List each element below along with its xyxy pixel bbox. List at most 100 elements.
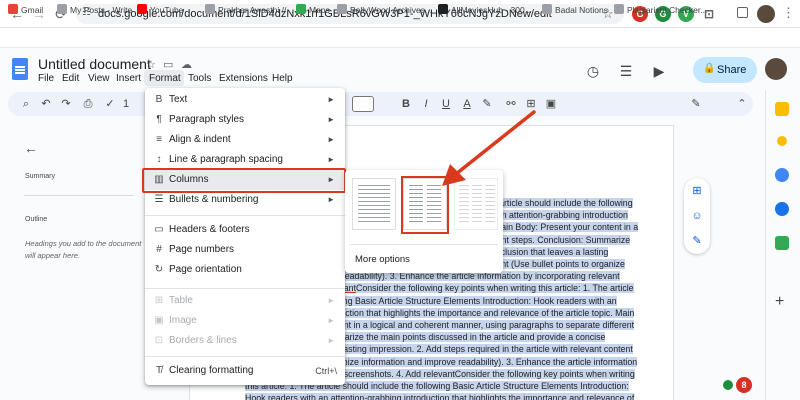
more-options-item[interactable]: More options [355, 254, 410, 265]
menu-view[interactable]: View [88, 73, 110, 84]
keep-icon[interactable] [775, 102, 789, 116]
bookmark-item[interactable]: BollyWood Archives... [337, 3, 432, 17]
bookmark-item[interactable]: YouTube [137, 3, 183, 17]
bookmark-item[interactable]: Prakhar Awasthi //... [205, 3, 293, 17]
comments-icon[interactable]: ☰ [615, 62, 637, 80]
menu-item-shortcut: Ctrl+\ [315, 366, 337, 376]
menu-item-label: Headers & footers [169, 224, 250, 235]
submenu-arrow-icon: ► [327, 95, 335, 104]
format-menu-item-headers-footers[interactable]: ▭ Headers & footers [145, 220, 345, 240]
outline-back-icon[interactable]: ← [24, 140, 38, 156]
menu-item-label: Bullets & numbering [169, 194, 259, 205]
menu-help[interactable]: Help [272, 73, 293, 84]
menu-file[interactable]: File [38, 73, 54, 84]
menu-item-icon: ☰ [154, 194, 164, 205]
outline-empty-note: Headings you add to the document will ap… [25, 239, 142, 260]
add-comment-float-icon[interactable]: ⊞ [690, 184, 704, 198]
menu-item-label: Page numbers [169, 244, 235, 255]
cloud-saved-icon[interactable]: ☁ [181, 58, 192, 71]
menu-item-icon: # [156, 244, 162, 255]
menu-item-label: Text [169, 94, 188, 105]
bookmark-favicon-icon [614, 4, 624, 14]
meet-video-icon[interactable]: ▶ [648, 62, 670, 80]
format-menu-item-align-indent[interactable]: ≡ Align & indent ► [145, 130, 345, 150]
submenu-arrow-icon: ► [327, 296, 335, 305]
bookmark-item[interactable]: My Posts - Write [57, 3, 132, 17]
bold-icon[interactable]: B [398, 96, 414, 112]
calendar-icon[interactable] [775, 168, 789, 182]
format-menu-item-line-paragraph-spacing[interactable]: ↕ Line & paragraph spacing ► [145, 150, 345, 170]
bookmark-favicon-icon [296, 4, 306, 14]
bookmark-item[interactable]: Plagiarism Checker... [614, 3, 707, 17]
menu-item-icon: ¶ [156, 114, 162, 125]
tasks-icon[interactable] [777, 136, 787, 146]
bookmark-label: Prakhar Awasthi //... [218, 5, 294, 15]
menu-item-label: Image [169, 315, 197, 326]
bookmark-label: Plagiarism Checker... [627, 5, 708, 15]
one-column-option[interactable] [352, 178, 396, 230]
menu-item-icon: ≡ [156, 134, 162, 145]
format-menu-item-page-orientation[interactable]: ↻ Page orientation [145, 260, 345, 280]
menu-item-icon: ⊞ [154, 295, 164, 306]
menu-item-label: Align & indent [169, 134, 231, 145]
bookmark-favicon-icon [137, 4, 147, 14]
add-ons-plus-icon[interactable]: + [775, 293, 784, 311]
grammarly-badge-icon[interactable] [723, 380, 733, 390]
bookmark-label: YouTube [150, 5, 184, 15]
menu-item-label: Table [169, 295, 193, 306]
contacts-icon[interactable] [775, 202, 789, 216]
format-menu-item-paragraph-styles[interactable]: ¶ Paragraph styles ► [145, 110, 345, 130]
spellcheck-icon[interactable]: ✓ [102, 96, 118, 112]
menu-item-icon: ↕ [156, 154, 162, 165]
browser-menu-icon[interactable]: ⋮ [782, 5, 795, 21]
redo-icon[interactable]: ↷ [58, 96, 74, 112]
emoji-reaction-icon[interactable]: ☺ [690, 209, 704, 223]
bookmark-favicon-icon [57, 4, 67, 14]
user-avatar[interactable] [765, 58, 787, 80]
format-menu-item-page-numbers[interactable]: # Page numbers [145, 240, 345, 260]
summary-heading: Summary [25, 173, 55, 180]
format-menu-item-image: ▣ Image ► [145, 311, 345, 331]
annotation-arrow [442, 110, 536, 186]
sidebar-toggle-icon[interactable] [737, 7, 748, 18]
menu-tools[interactable]: Tools [188, 73, 211, 84]
menu-item-label: Paragraph styles [169, 114, 245, 125]
font-size-input[interactable] [352, 96, 374, 112]
menu-item-icon: B [155, 94, 163, 105]
maps-icon[interactable] [775, 236, 789, 250]
print-icon[interactable]: ⎙ [80, 96, 96, 112]
menu-item-label: Borders & lines [169, 335, 237, 346]
bookmark-item[interactable]: AllMoviesHub - 300... [438, 3, 532, 17]
paint-format-icon[interactable]: 1 [118, 96, 134, 112]
bookmark-item[interactable]: Badal Notions [542, 3, 608, 17]
bookmark-label: My Posts - Write [70, 5, 133, 15]
editing-mode-icon[interactable]: ✎ [688, 96, 704, 112]
bookmark-favicon-icon [205, 4, 215, 14]
document-title[interactable]: Untitled document [38, 56, 151, 72]
menu-item-icon: ▭ [154, 224, 164, 235]
profile-avatar[interactable] [757, 5, 775, 23]
version-history-icon[interactable]: ◷ [582, 62, 604, 80]
menu-extensions[interactable]: Extensions [219, 73, 268, 84]
bookmark-item[interactable]: Gmail [8, 3, 43, 17]
undo-icon[interactable]: ↶ [38, 96, 54, 112]
lock-icon: 🔒 [703, 63, 716, 74]
menu-insert[interactable]: Insert [116, 73, 141, 84]
format-menu-item-table: ⊞ Table ► [145, 291, 345, 311]
bookmark-label: Maps [309, 5, 330, 15]
format-menu-item-clearing-formatting[interactable]: T̸ Clearing formatting Ctrl+\ [145, 361, 345, 381]
collapse-toolbar-icon[interactable]: ⌃ [734, 96, 750, 112]
menu-format[interactable]: Format [149, 73, 181, 84]
columns-callout-box [142, 168, 346, 193]
notification-badge[interactable]: 8 [736, 377, 752, 393]
menu-edit[interactable]: Edit [62, 73, 79, 84]
suggest-edits-icon[interactable]: ✎ [690, 234, 704, 248]
search-icon[interactable]: ⌕ [18, 96, 34, 112]
bookmark-label: AllMoviesHub - 300... [451, 5, 532, 15]
submenu-arrow-icon: ► [327, 316, 335, 325]
format-menu-item-text[interactable]: B Text ► [145, 90, 345, 110]
insert-image-icon[interactable]: ▣ [543, 96, 559, 112]
docs-logo-icon[interactable] [12, 58, 28, 80]
bookmark-item[interactable]: Maps [296, 3, 330, 17]
format-menu-item-bullets-numbering[interactable]: ☰ Bullets & numbering ► [145, 190, 345, 210]
